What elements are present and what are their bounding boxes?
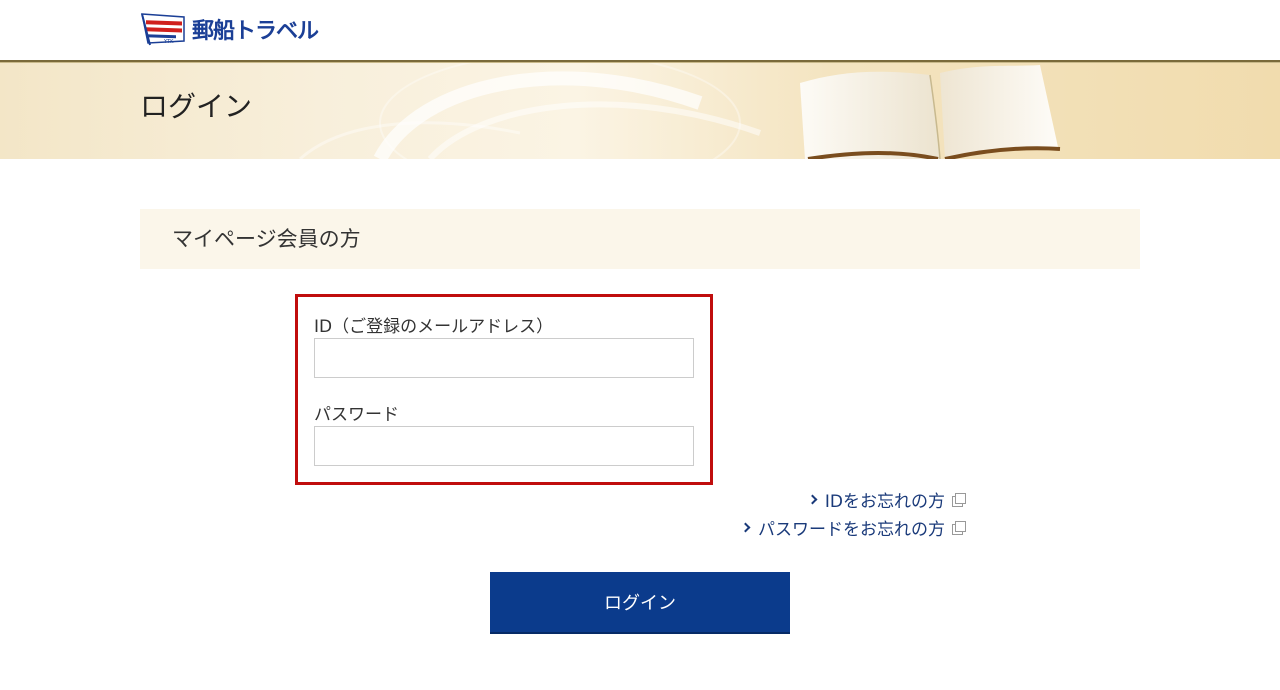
section-title: マイページ会員の方	[172, 227, 361, 251]
login-form: ID（ご登録のメールアドレス） パスワード	[295, 294, 713, 485]
forgot-password-label: パスワードをお忘れの方	[758, 520, 945, 540]
external-window-icon	[952, 493, 966, 507]
login-button[interactable]: ログイン	[490, 572, 790, 632]
site-header: YTK 郵船トラベル	[0, 0, 1280, 60]
logo-mark-text: YTK	[163, 39, 174, 45]
chevron-right-icon	[807, 494, 818, 505]
forgot-password-link[interactable]: パスワードをお忘れの方	[740, 515, 966, 540]
logo-text: 郵船トラベル	[192, 19, 319, 44]
id-email-input[interactable]	[314, 338, 694, 378]
forgot-id-link[interactable]: IDをお忘れの方	[807, 487, 966, 512]
id-field-label: ID（ご登録のメールアドレス）	[314, 317, 554, 337]
password-field-label: パスワード	[314, 405, 399, 425]
external-window-icon	[952, 521, 966, 535]
page-banner: ログイン	[0, 63, 1280, 159]
site-logo[interactable]: YTK 郵船トラベル	[140, 12, 319, 46]
member-section-header: マイページ会員の方	[140, 209, 1140, 269]
chevron-right-icon	[740, 522, 751, 533]
page-title: ログイン	[140, 90, 253, 123]
flag-logo-icon: YTK	[141, 13, 185, 46]
password-input[interactable]	[314, 426, 694, 466]
forgot-id-label: IDをお忘れの方	[824, 492, 945, 512]
